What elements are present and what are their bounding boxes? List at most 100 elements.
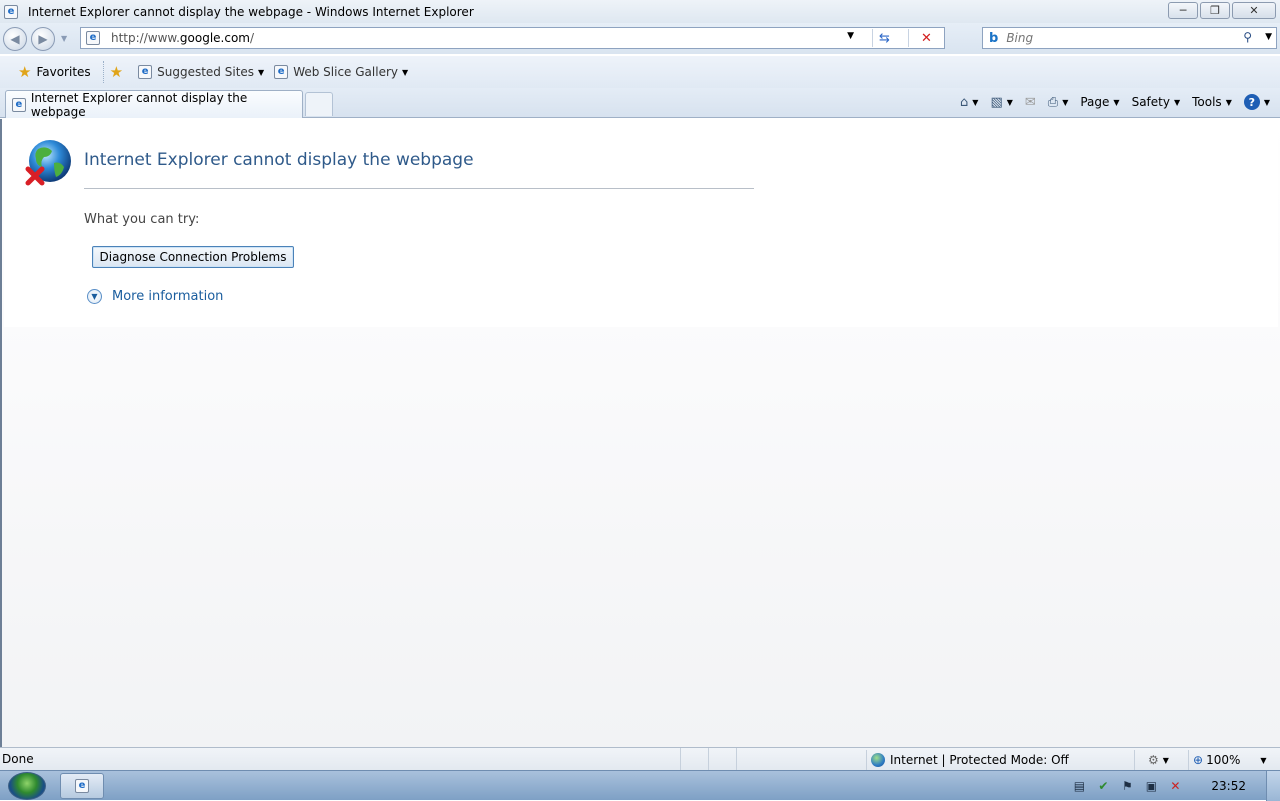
address-bar[interactable]: e http://www.google.com/ ▼ ⇆ ✕ xyxy=(80,27,945,49)
favorites-bar: ★ Favorites ★ e Suggested Sites ▼ e Web … xyxy=(0,56,1280,88)
tab-bar: e Internet Explorer cannot display the w… xyxy=(0,88,1280,119)
tab-label: Internet Explorer cannot display the web… xyxy=(30,90,248,119)
help-icon: ? xyxy=(1243,94,1260,110)
stop-button[interactable]: ✕ xyxy=(908,29,944,47)
tools-menu[interactable]: Tools ▼ xyxy=(1192,95,1232,109)
search-input[interactable] xyxy=(1006,31,1227,45)
search-options-dropdown[interactable]: ▼ xyxy=(1265,32,1272,42)
page-icon: e xyxy=(86,31,100,45)
status-pane xyxy=(708,748,736,770)
chevron-down-icon: ▼ xyxy=(972,97,979,107)
divider xyxy=(84,188,754,189)
status-pane xyxy=(680,748,708,770)
forward-arrow-icon: ▶ xyxy=(38,32,48,46)
chevron-down-icon: ▼ xyxy=(401,67,409,77)
security-shield-icon[interactable]: ✔ xyxy=(1095,778,1111,794)
taskbar-internet-explorer[interactable]: e xyxy=(60,773,104,799)
more-information-label: More information xyxy=(112,289,224,304)
chevron-down-icon: ▼ xyxy=(1006,97,1013,107)
safety-menu[interactable]: Safety ▼ xyxy=(1132,95,1181,109)
back-button[interactable]: ◀ xyxy=(3,27,27,51)
print-icon: ⎙ xyxy=(1047,94,1059,110)
feeds-button[interactable]: ▧ ▼ xyxy=(990,95,1012,110)
zoom-level: 100% xyxy=(1206,753,1241,767)
web-slice-gallery-button[interactable]: e Web Slice Gallery ▼ xyxy=(274,65,408,79)
status-bar: Done Internet | Protected Mode: Off ⚙ ▼ ⊕… xyxy=(0,747,1280,770)
restore-button[interactable]: ❐ xyxy=(1200,2,1230,19)
try-text: What you can try: xyxy=(84,212,200,227)
print-button[interactable]: ⎙ ▼ xyxy=(1048,95,1069,110)
home-button[interactable]: ⌂ ▼ xyxy=(960,95,978,110)
web-slice-gallery-label: Web Slice Gallery xyxy=(293,65,398,79)
recent-pages-dropdown[interactable]: ▼ xyxy=(61,34,67,43)
show-desktop-button[interactable] xyxy=(1266,771,1280,801)
separator xyxy=(102,61,104,83)
chevron-down-icon: ▼ xyxy=(87,289,102,304)
diagnose-connection-button[interactable]: Diagnose Connection Problems xyxy=(92,246,294,268)
chevron-down-icon: ▼ xyxy=(1062,97,1069,107)
chevron-down-icon: ▼ xyxy=(1173,97,1181,107)
security-zone-label: Internet | Protected Mode: Off xyxy=(890,753,1069,767)
zoom-icon: ⊕ xyxy=(1193,753,1204,767)
help-menu[interactable]: ? ▼ xyxy=(1243,94,1270,110)
taskbar: e ▤ ✔ ⚑ ▣ ✕ 23:52 xyxy=(0,770,1280,801)
more-information-link[interactable]: ▼ More information xyxy=(87,289,223,304)
error-panel: Internet Explorer cannot display the web… xyxy=(4,119,1278,327)
chevron-down-icon: ▼ xyxy=(1263,97,1270,107)
navigation-bar: ◀ ▶ ▼ e http://www.google.com/ ▼ ⇆ ✕ b ⚲… xyxy=(0,23,1280,54)
window-title: Internet Explorer cannot display the web… xyxy=(28,4,474,19)
refresh-icon: ⇆ xyxy=(879,30,890,46)
address-url[interactable]: http://www.google.com/ xyxy=(111,31,254,45)
close-button[interactable]: ✕ xyxy=(1232,2,1276,19)
add-to-favorites-bar-button[interactable]: ★ xyxy=(110,63,128,81)
read-mail-button[interactable]: ✉ xyxy=(1025,95,1036,110)
add-favorite-star-icon: ★ xyxy=(109,63,124,81)
address-dropdown[interactable]: ▼ xyxy=(847,31,854,41)
feeds-icon: ▧ xyxy=(990,94,1003,110)
internet-explorer-icon: e xyxy=(4,4,18,19)
search-icon[interactable]: ⚲ xyxy=(1243,30,1252,44)
security-zone[interactable]: Internet | Protected Mode: Off xyxy=(866,750,1069,770)
suggested-sites-button[interactable]: e Suggested Sites ▼ xyxy=(138,65,264,79)
favorites-button[interactable]: ★ Favorites xyxy=(12,61,97,83)
action-center-flag-icon[interactable]: ⚑ xyxy=(1119,778,1135,794)
mail-icon: ✉ xyxy=(1024,94,1036,110)
bing-logo-icon: b xyxy=(989,30,999,46)
forward-button[interactable]: ▶ xyxy=(31,27,55,51)
network-icon[interactable]: ▣ xyxy=(1143,778,1159,794)
chevron-down-icon: ▼ xyxy=(1260,755,1267,765)
tools-menu-label: Tools xyxy=(1192,95,1222,109)
window-controls: ─ ❐ ✕ xyxy=(1166,2,1276,19)
refresh-button[interactable]: ⇆ xyxy=(872,29,896,47)
chevron-down-icon: ▼ xyxy=(1162,755,1169,765)
status-pane xyxy=(736,748,764,770)
ie-page-icon: e xyxy=(274,65,289,79)
zoom-control[interactable]: ⊕ 100% ▼ xyxy=(1188,750,1267,770)
internet-explorer-icon: e xyxy=(75,779,89,793)
tab-active[interactable]: e Internet Explorer cannot display the w… xyxy=(5,90,303,119)
new-tab-button[interactable] xyxy=(305,92,333,116)
star-icon: ★ xyxy=(18,63,32,81)
suggested-sites-label: Suggested Sites xyxy=(157,65,255,79)
privacy-report-button[interactable]: ⚙ ▼ xyxy=(1134,750,1182,770)
volume-muted-icon[interactable]: ✕ xyxy=(1167,778,1183,794)
start-button[interactable] xyxy=(8,772,46,800)
ie-page-icon: e xyxy=(138,65,153,79)
privacy-icon: ⚙ xyxy=(1148,753,1159,767)
internet-zone-icon xyxy=(871,753,885,767)
favorites-label: Favorites xyxy=(36,65,91,79)
minimize-button[interactable]: ─ xyxy=(1168,2,1198,19)
search-box[interactable]: b ⚲ ▼ xyxy=(982,27,1277,49)
chevron-down-icon: ▼ xyxy=(1225,97,1232,107)
title-bar: e Internet Explorer cannot display the w… xyxy=(0,0,1280,23)
page-content: Internet Explorer cannot display the web… xyxy=(0,119,1280,747)
command-bar: ⌂ ▼ ▧ ▼ ✉ ⎙ ▼ Page ▼ Safety ▼ Tools ▼ ? ▼ xyxy=(948,90,1270,114)
clock[interactable]: 23:52 xyxy=(1211,779,1246,793)
stop-icon: ✕ xyxy=(921,30,932,46)
safety-menu-label: Safety xyxy=(1131,95,1170,109)
home-icon: ⌂ xyxy=(960,94,969,110)
status-panes xyxy=(680,748,764,770)
document-icon[interactable]: ▤ xyxy=(1071,778,1087,794)
page-menu[interactable]: Page ▼ xyxy=(1080,95,1119,109)
system-tray: ▤ ✔ ⚑ ▣ ✕ 23:52 xyxy=(1063,771,1280,801)
